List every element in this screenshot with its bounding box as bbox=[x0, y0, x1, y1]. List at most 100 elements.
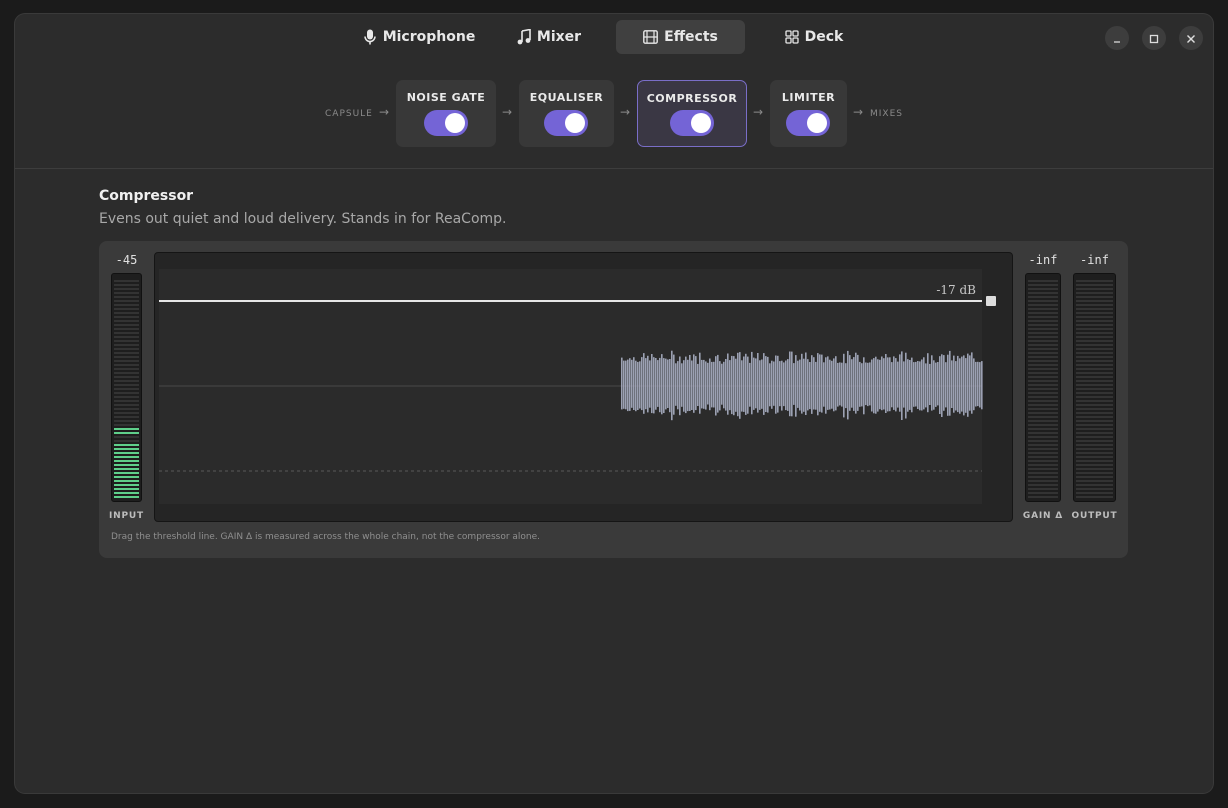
meter-segment bbox=[1028, 340, 1058, 342]
effect-card-noise-gate[interactable]: NOISE GATE bbox=[396, 80, 496, 147]
tab-label: Mixer bbox=[536, 29, 582, 45]
film-icon bbox=[643, 30, 659, 44]
waveform-bar bbox=[941, 354, 943, 417]
tab-mixer[interactable]: Mixer bbox=[511, 20, 587, 54]
waveform-bar bbox=[851, 359, 853, 408]
waveform-bar bbox=[793, 363, 795, 405]
meter-segment bbox=[1028, 468, 1058, 470]
meter-segment bbox=[114, 356, 139, 358]
waveform-bar bbox=[847, 350, 849, 420]
meter-segment bbox=[114, 396, 139, 398]
meter-segment bbox=[114, 408, 139, 410]
waveform-bar bbox=[955, 361, 957, 411]
waveform-bar bbox=[681, 363, 683, 407]
waveform-bar bbox=[777, 355, 779, 413]
meter-segment bbox=[1028, 472, 1058, 474]
waveform-bar bbox=[757, 353, 759, 413]
waveform-bar bbox=[929, 363, 931, 405]
waveform-bar bbox=[733, 356, 735, 416]
waveform-bar bbox=[869, 362, 871, 406]
tab-effects[interactable]: Effects bbox=[616, 20, 745, 54]
waveform-bar bbox=[927, 353, 929, 413]
toggle-knob bbox=[565, 113, 585, 133]
meter-segment bbox=[1028, 408, 1058, 410]
waveform-bar bbox=[641, 357, 643, 411]
waveform-bar bbox=[945, 362, 947, 408]
waveform-bar bbox=[663, 358, 665, 413]
waveform-bar bbox=[873, 358, 875, 414]
waveform-bar bbox=[727, 353, 729, 415]
waveform-bar bbox=[897, 361, 899, 408]
meter-segment bbox=[1076, 436, 1113, 438]
noise-gate-toggle[interactable] bbox=[424, 110, 468, 136]
meter-segment bbox=[114, 464, 139, 466]
effect-name: EQUALISER bbox=[529, 91, 604, 104]
meter-segment bbox=[1028, 332, 1058, 334]
waveform-bar bbox=[715, 356, 717, 416]
meter-segment bbox=[1076, 324, 1113, 326]
waveform-bar bbox=[939, 356, 941, 414]
waveform-bar bbox=[779, 361, 781, 407]
effect-name: COMPRESSOR bbox=[646, 92, 738, 105]
meter-segment bbox=[1076, 288, 1113, 290]
tab-microphone[interactable]: Microphone bbox=[360, 20, 478, 54]
threshold-handle[interactable] bbox=[986, 296, 996, 306]
close-button[interactable] bbox=[1179, 26, 1203, 50]
waveform-bar bbox=[751, 351, 753, 415]
waveform-bar bbox=[863, 357, 865, 415]
meter-segment bbox=[1028, 404, 1058, 406]
threshold-label: -17 dB bbox=[936, 283, 976, 297]
maximize-button[interactable] bbox=[1142, 26, 1166, 50]
waveform-bar bbox=[625, 360, 627, 410]
meter-segment bbox=[114, 436, 139, 438]
gain-meter-value: -inf bbox=[1028, 253, 1058, 267]
waveform-bar bbox=[631, 359, 633, 408]
gain-meter bbox=[1025, 273, 1061, 502]
meter-segment bbox=[1076, 292, 1113, 294]
meter-segment bbox=[114, 316, 139, 318]
minimize-button[interactable] bbox=[1105, 26, 1129, 50]
meter-segment bbox=[114, 484, 139, 486]
meter-segment bbox=[1076, 468, 1113, 470]
waveform-bar bbox=[831, 360, 833, 409]
meter-segment bbox=[1028, 364, 1058, 366]
waveform-bar bbox=[669, 359, 671, 413]
effect-card-compressor[interactable]: COMPRESSOR bbox=[637, 80, 747, 147]
meter-segment bbox=[1028, 480, 1058, 482]
waveform-bar bbox=[915, 361, 917, 407]
meter-segment bbox=[1028, 380, 1058, 382]
waveform-bar bbox=[719, 361, 721, 411]
meter-segment bbox=[1076, 412, 1113, 414]
waveform-bar bbox=[729, 360, 731, 411]
waveform-bar bbox=[865, 362, 867, 406]
waveform-bar bbox=[721, 363, 723, 405]
meter-segment bbox=[114, 376, 139, 378]
waveform-bar bbox=[761, 359, 763, 409]
tab-deck[interactable]: Deck bbox=[779, 20, 849, 54]
waveform-bar bbox=[783, 362, 785, 407]
meter-segment bbox=[1028, 460, 1058, 462]
waveform-bar bbox=[673, 354, 675, 415]
waveform-bar bbox=[829, 359, 831, 410]
meter-segment bbox=[1028, 288, 1058, 290]
meter-segment bbox=[114, 468, 139, 470]
limiter-toggle[interactable] bbox=[786, 110, 830, 136]
meter-segment bbox=[1028, 284, 1058, 286]
meter-segment bbox=[114, 444, 139, 446]
meter-segment bbox=[1076, 480, 1113, 482]
footnote: Drag the threshold line. GAIN Δ is measu… bbox=[111, 532, 541, 542]
effect-card-limiter[interactable]: LIMITER bbox=[770, 80, 847, 147]
effect-name: LIMITER bbox=[781, 91, 836, 104]
effect-card-equaliser[interactable]: EQUALISER bbox=[519, 80, 614, 147]
input-meter-value: -45 bbox=[115, 253, 138, 267]
meter-segment bbox=[1076, 456, 1113, 458]
compressor-toggle[interactable] bbox=[670, 110, 714, 136]
meter-segment bbox=[1076, 404, 1113, 406]
meter-segment bbox=[1028, 296, 1058, 298]
meter-segment bbox=[114, 288, 139, 290]
waveform-bar bbox=[647, 355, 649, 413]
equaliser-toggle[interactable] bbox=[544, 110, 588, 136]
meter-segment bbox=[1028, 280, 1058, 282]
waveform-bar bbox=[799, 359, 801, 411]
toggle-knob bbox=[691, 113, 711, 133]
